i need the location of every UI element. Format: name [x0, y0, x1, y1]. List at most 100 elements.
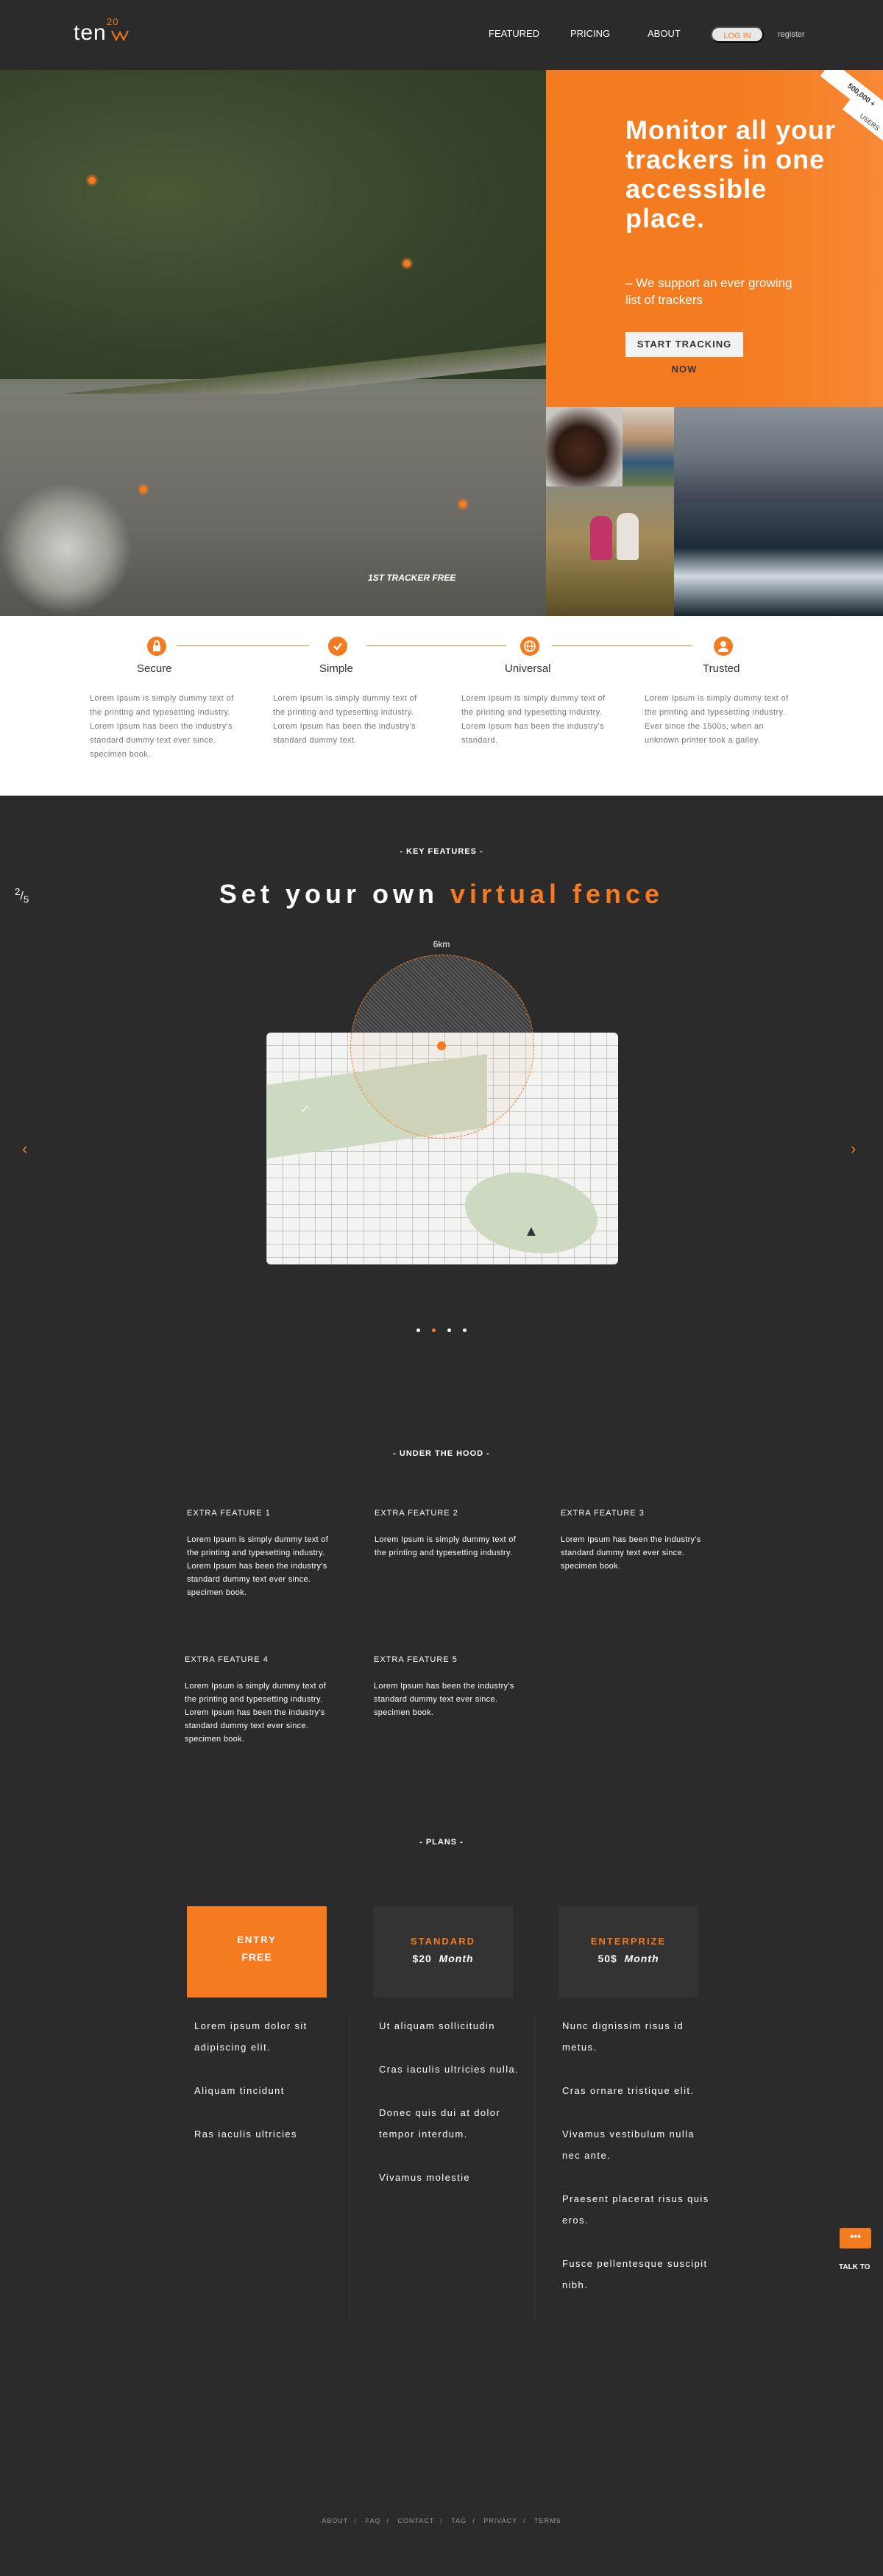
footer-link-faq[interactable]: FAQ: [365, 2517, 380, 2524]
plan-feature: Ut aliquam sollicitudin: [379, 2020, 495, 2031]
extra-feature-title: EXTRA FEATURE 2: [375, 1509, 458, 1518]
logo-text: ten: [74, 21, 107, 45]
start-tracking-button[interactable]: START TRACKING NOW: [625, 332, 743, 375]
map-pin[interactable]: [459, 500, 467, 508]
lock-icon: [147, 637, 166, 656]
plan-features-enterprize: Nunc dignissim risus id metus. Cras orna…: [562, 2015, 717, 2318]
plan-name: ENTRY: [237, 1934, 277, 1945]
talk-to-label[interactable]: TALK TO: [839, 2263, 870, 2271]
plan-feature: Vivamus molestie: [379, 2172, 471, 2183]
extra-feature-text: Lorem Ipsum is simply dummy text of the …: [187, 1535, 329, 1597]
photo-waves: [674, 503, 883, 616]
user-icon: [714, 637, 733, 656]
plan-features-entry: Lorem ipsum dolor sit adipiscing elit. A…: [194, 2015, 349, 2167]
extra-feature-title: EXTRA FEATURE 4: [185, 1655, 269, 1664]
register-link[interactable]: register: [778, 30, 805, 39]
map-pin[interactable]: [403, 260, 411, 267]
slider-dot[interactable]: [463, 1328, 467, 1332]
plan-card-entry[interactable]: ENTRY FREE: [187, 1906, 327, 1998]
photo-runners: [546, 486, 674, 616]
plan-period: Month: [624, 1953, 659, 1964]
nav-pricing[interactable]: PRICING: [570, 28, 610, 39]
map-pin[interactable]: [140, 486, 147, 493]
photo-dog: [546, 407, 623, 486]
fence-center-pin[interactable]: [437, 1041, 446, 1050]
fence-radius-label: 6km: [433, 939, 450, 949]
nav-about[interactable]: ABOUT: [648, 28, 681, 39]
plan-feature: Nunc dignissim risus id metus.: [562, 2020, 684, 2053]
globe-icon: [520, 637, 539, 656]
slider-dot-active[interactable]: [432, 1328, 436, 1332]
extra-feature-title: EXTRA FEATURE 3: [561, 1509, 645, 1518]
slider-dot[interactable]: [416, 1328, 420, 1332]
feature-connector: [552, 645, 692, 646]
extra-feature-text: Lorem Ipsum is simply dummy text of the …: [375, 1535, 517, 1557]
feature-text-simple: Lorem Ipsum is simply dummy text of the …: [273, 694, 417, 745]
under-the-hood-label: - UNDER THE HOOD -: [393, 1449, 490, 1458]
extra-feature-title: EXTRA FEATURE 5: [374, 1655, 458, 1664]
extra-feature-title: EXTRA FEATURE 1: [187, 1509, 271, 1518]
plan-name: ENTERPRIZE: [590, 1936, 667, 1947]
footer-link-tag[interactable]: TAG: [451, 2517, 467, 2524]
feature-text-secure: Lorem Ipsum is simply dummy text of the …: [90, 694, 234, 759]
photo-kid: [623, 407, 674, 486]
map-pin[interactable]: [88, 177, 96, 184]
runner-figure: [590, 516, 612, 560]
footer-link-privacy[interactable]: PRIVACY: [483, 2517, 517, 2524]
extra-feature-text: Lorem Ipsum has been the industry's stan…: [374, 1682, 514, 1717]
plan-feature: Cras ornare tristique elit.: [562, 2085, 695, 2096]
logo[interactable]: ten 20: [74, 16, 129, 46]
footer-link-about[interactable]: ABOUT: [322, 2517, 348, 2524]
virtual-fence-title-accent: virtual fence: [450, 879, 664, 909]
logo-mark-icon: [111, 30, 129, 41]
nav-featured[interactable]: FEATURED: [489, 28, 539, 39]
tree-icon: ▲: [524, 1223, 539, 1239]
footer-link-contact[interactable]: CONTACT: [397, 2517, 434, 2524]
virtual-fence-title-plain: Set your own: [219, 879, 439, 909]
plan-feature: Cras iaculis ultricies nulla.: [379, 2064, 519, 2075]
site-header: ten 20 FEATURED PRICING ABOUT LOG IN reg…: [0, 0, 883, 70]
plan-name: STANDARD: [411, 1936, 475, 1947]
plan-divider: [535, 2015, 536, 2324]
plan-period: Month: [439, 1953, 474, 1964]
chat-icon[interactable]: •••: [840, 2228, 871, 2248]
plans-label: - PLANS -: [419, 1838, 464, 1847]
map-check-icon: ✓: [300, 1103, 311, 1116]
feature-title-simple: Simple: [319, 662, 353, 675]
plan-card-enterprize[interactable]: ENTERPRIZE 50$ Month: [558, 1906, 698, 1998]
feature-connector: [177, 645, 309, 646]
plan-divider: [349, 2015, 350, 2324]
footer-link-terms[interactable]: TERMS: [534, 2517, 561, 2524]
slider-dot[interactable]: [447, 1328, 451, 1332]
runner-figure: [617, 513, 639, 560]
login-button[interactable]: LOG IN: [711, 26, 764, 43]
next-slide-arrow-icon[interactable]: ›: [851, 1139, 856, 1158]
plan-price: $20 Month: [373, 1953, 513, 1964]
plan-feature: Ras iaculis ultricies: [194, 2129, 297, 2140]
slider-dots: [416, 1323, 478, 1336]
map-cloud: [0, 482, 132, 615]
virtual-fence-title: Set your own virtual fence: [0, 879, 883, 910]
hero-map-caption: 1ST TRACKER FREE: [368, 573, 456, 583]
hero-title: Monitor all your trackers in one accessi…: [625, 115, 836, 233]
plan-feature: Vivamus vestibulum nulla nec ante.: [562, 2129, 695, 2161]
feature-text-universal: Lorem Ipsum is simply dummy text of the …: [461, 694, 606, 745]
feature-title-secure: Secure: [137, 662, 172, 675]
plan-feature: Praesent placerat risus quis eros.: [562, 2193, 709, 2226]
feature-title-universal: Universal: [505, 662, 551, 675]
plan-feature: Lorem ipsum dolor sit adipiscing elit.: [194, 2020, 308, 2053]
plan-price: 50$ Month: [558, 1953, 698, 1964]
key-features-label: - KEY FEATURES -: [400, 847, 483, 856]
feature-connector: [366, 645, 506, 646]
check-icon: [328, 637, 347, 656]
prev-slide-arrow-icon[interactable]: ‹: [22, 1139, 27, 1158]
feature-title-trusted: Trusted: [703, 662, 740, 675]
hero-satellite-map: 1ST TRACKER FREE: [0, 70, 546, 616]
plan-card-standard[interactable]: STANDARD $20 Month: [373, 1906, 513, 1998]
extra-feature-text: Lorem Ipsum is simply dummy text of the …: [185, 1682, 327, 1744]
logo-superscript: 20: [107, 16, 119, 27]
plan-price-value: 50$: [597, 1953, 617, 1964]
plan-feature: Donec quis dui at dolor tempor interdum.: [379, 2107, 501, 2140]
hero-panel: 500,000 + USERS Monitor all your tracker…: [546, 70, 883, 407]
plan-price: FREE: [241, 1951, 272, 1963]
